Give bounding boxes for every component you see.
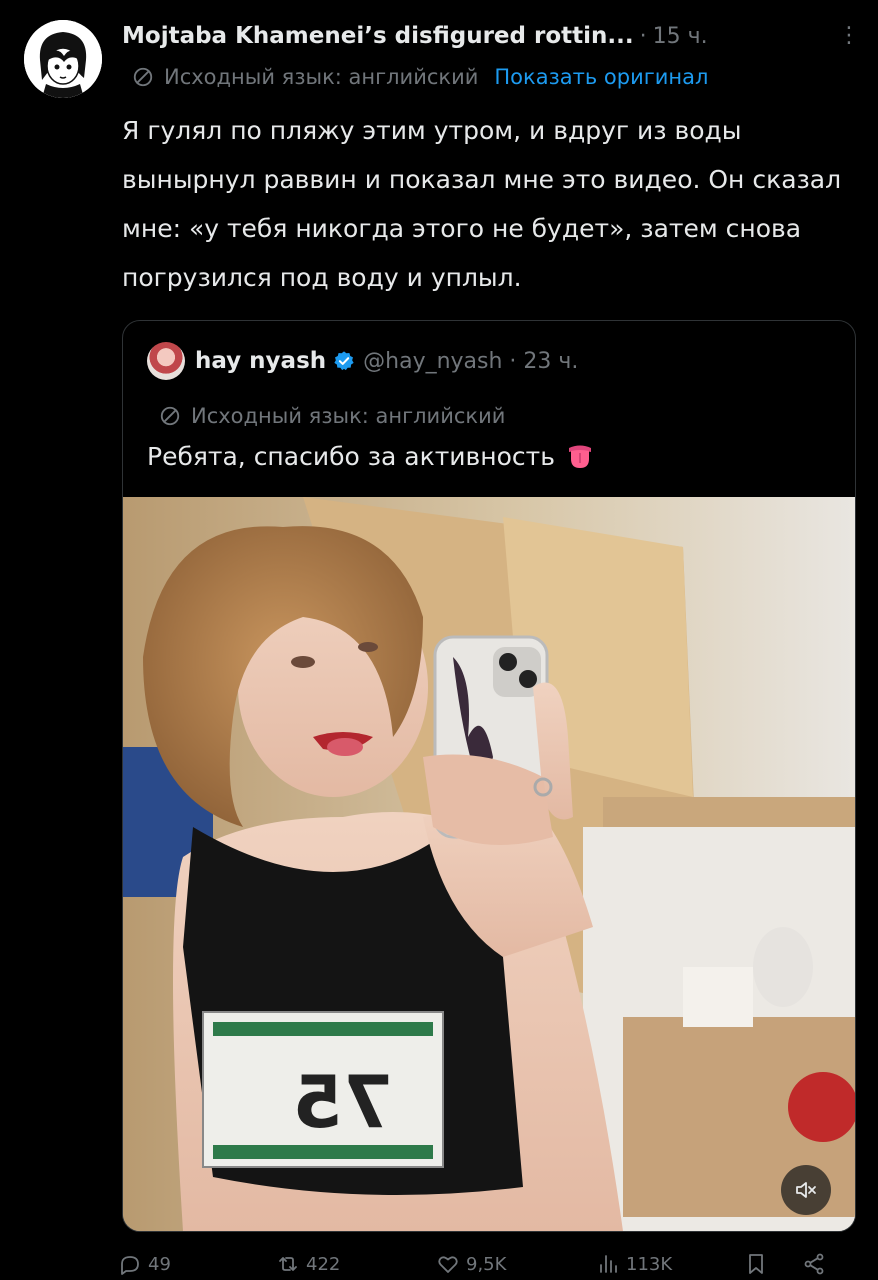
views-count: 113K <box>626 1253 673 1275</box>
repost-icon <box>279 1257 297 1271</box>
bookmark-button[interactable] <box>744 1252 802 1276</box>
tongue-emoji-icon <box>568 445 591 468</box>
author-avatar[interactable] <box>24 20 102 98</box>
quoted-post-time[interactable]: 23 ч. <box>523 349 578 374</box>
like-button[interactable]: 9,5K <box>436 1252 596 1276</box>
repost-button[interactable]: 422 <box>276 1252 436 1276</box>
post-time[interactable]: 15 ч. <box>653 24 708 49</box>
verified-badge-icon <box>334 351 354 371</box>
quoted-translation-notice: Исходный язык: английский <box>159 399 505 433</box>
more-icon[interactable]: ⋮ <box>838 22 860 52</box>
quoted-post-text: Ребята, спасибо за активность <box>147 441 555 471</box>
heart-icon <box>438 1256 458 1273</box>
quoted-author-name[interactable]: hay nyash <box>195 348 326 374</box>
share-button[interactable] <box>802 1252 832 1276</box>
video-frame: 75 <box>123 497 855 1231</box>
post-text: Я гулял по пляжу этим утром, и вдруг из … <box>122 116 842 292</box>
separator-dot: · <box>502 348 524 374</box>
quoted-author-handle[interactable]: @hay_nyash <box>363 349 502 374</box>
post-header: Mojtaba Khamenei’s disfigured rottin... … <box>122 16 860 56</box>
reply-count: 49 <box>148 1253 171 1275</box>
views-button[interactable]: 113K <box>596 1252 744 1276</box>
action-bar: 49 422 9,5K 113K <box>118 1252 858 1280</box>
like-count: 9,5K <box>466 1253 507 1275</box>
video-player[interactable]: 75 <box>123 497 855 1231</box>
quoted-post-header: hay nyash @hay_nyash · 23 ч. <box>147 341 578 381</box>
translate-icon <box>133 67 153 87</box>
reply-button[interactable]: 49 <box>118 1252 276 1276</box>
source-language: Исходный язык: английский <box>164 65 479 89</box>
muted-volume-icon[interactable] <box>781 1165 831 1215</box>
author-name[interactable]: Mojtaba Khamenei’s disfigured rottin... <box>122 23 634 49</box>
translation-notice: Исходный язык: английский Показать ориги… <box>132 60 858 94</box>
quoted-post[interactable]: hay nyash @hay_nyash · 23 ч. Исходный яз… <box>122 320 856 1232</box>
share-icon <box>804 1253 824 1275</box>
svg-text:75: 75 <box>293 1060 393 1144</box>
views-icon <box>600 1255 617 1273</box>
quoted-post-text-row: Ребята, спасибо за активность <box>147 441 595 471</box>
separator-dot: · <box>639 23 647 49</box>
bookmark-icon <box>749 1254 763 1274</box>
show-original-link[interactable]: Показать оригинал <box>494 65 708 89</box>
quoted-author-avatar[interactable] <box>147 342 185 380</box>
reply-icon <box>121 1256 139 1275</box>
quoted-source-language: Исходный язык: английский <box>191 404 506 428</box>
repost-count: 422 <box>306 1253 341 1275</box>
translate-icon <box>160 406 180 426</box>
